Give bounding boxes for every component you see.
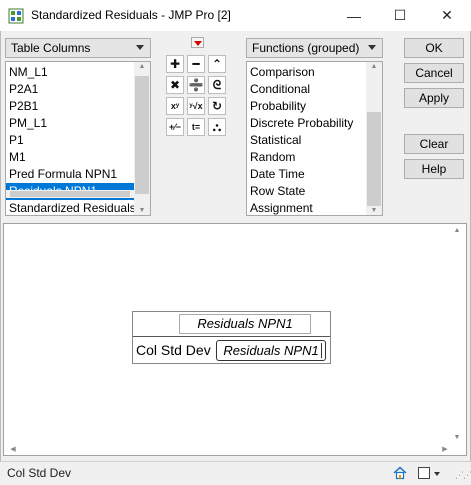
- columns-list[interactable]: NM_L1P2A1P2B1PM_L1P1M1Pred Formula NPN1R…: [5, 61, 151, 216]
- formula-editor[interactable]: Residuals NPN1 Col Std Dev Residuals NPN…: [3, 223, 467, 456]
- columns-scroll-thumb[interactable]: [135, 76, 149, 194]
- resize-grip-icon[interactable]: ⋰⋰: [455, 470, 471, 481]
- column-list-item[interactable]: P1: [6, 132, 134, 149]
- chevron-down-icon[interactable]: [434, 472, 440, 476]
- close-button[interactable]: ✕: [424, 0, 470, 31]
- window-title: Standardized Residuals - JMP Pro [2]: [31, 8, 231, 22]
- scroll-up-icon[interactable]: ▲: [367, 63, 381, 70]
- column-list-item[interactable]: Pred Formula NPN1: [6, 166, 134, 183]
- ok-button[interactable]: OK: [404, 38, 464, 58]
- help-button[interactable]: Help: [404, 159, 464, 179]
- functions-dropdown[interactable]: Functions (grouped): [246, 38, 383, 58]
- local-variable-icon[interactable]: t=: [187, 118, 205, 136]
- chevron-down-icon: [368, 45, 376, 50]
- apply-button[interactable]: Apply: [404, 88, 464, 108]
- table-columns-dropdown-label: Table Columns: [11, 41, 91, 55]
- peel-icon[interactable]: ⛬: [208, 118, 226, 136]
- scroll-right-icon[interactable]: ▶: [438, 445, 452, 453]
- chevron-down-icon: [136, 45, 144, 50]
- functions-dropdown-label: Functions (grouped): [252, 41, 360, 55]
- scroll-down-icon[interactable]: ▼: [135, 207, 149, 214]
- red-triangle-menu[interactable]: [191, 37, 204, 48]
- scroll-left-icon[interactable]: ◀: [6, 445, 20, 453]
- clear-button[interactable]: Clear: [404, 134, 464, 154]
- columns-vertical-scrollbar[interactable]: ▲ ▼: [134, 62, 150, 215]
- functions-list[interactable]: Comparison Conditional Probability Discrete…: [246, 61, 383, 216]
- scroll-up-icon[interactable]: ▲: [450, 227, 464, 234]
- function-group-item[interactable]: Discrete Probability: [247, 115, 366, 132]
- function-group-item[interactable]: Random: [247, 149, 366, 166]
- maximize-button[interactable]: ☐: [377, 0, 423, 31]
- plus-minus-icon[interactable]: +⁄−: [166, 118, 184, 136]
- column-list-item[interactable]: Standardized Residuals: [6, 200, 136, 215]
- plus-icon[interactable]: ✚: [166, 55, 184, 73]
- columns-hscroll-thumb[interactable]: [10, 191, 130, 197]
- function-group-item[interactable]: Date Time: [247, 166, 366, 183]
- column-list-item[interactable]: P2B1: [6, 98, 134, 115]
- function-group-item[interactable]: Conditional: [247, 81, 366, 98]
- multiply-icon[interactable]: ✖: [166, 76, 184, 94]
- scroll-down-icon[interactable]: ▼: [450, 434, 464, 441]
- functions-scroll-thumb[interactable]: [367, 112, 381, 206]
- title-bar: Standardized Residuals - JMP Pro [2] — ☐…: [0, 0, 471, 31]
- exponent-icon[interactable]: xʸ: [166, 97, 184, 115]
- window-list-icon[interactable]: [418, 467, 430, 479]
- maximize-icon: ☐: [393, 7, 407, 23]
- column-list-item[interactable]: NM_L1: [6, 64, 134, 81]
- formula-top-term[interactable]: Residuals NPN1: [179, 314, 311, 334]
- column-list-item[interactable]: P2A1: [6, 81, 134, 98]
- function-group-item[interactable]: Probability: [247, 98, 366, 115]
- root-icon[interactable]: ᘓ: [208, 76, 226, 94]
- formula-function-name[interactable]: Col Std Dev: [136, 340, 211, 360]
- function-group-item[interactable]: Comparison: [247, 64, 366, 81]
- column-list-item[interactable]: PM_L1: [6, 115, 134, 132]
- scroll-down-icon[interactable]: ▼: [367, 207, 381, 214]
- status-text: Col Std Dev: [7, 466, 72, 480]
- formula-function-argument[interactable]: Residuals NPN1: [216, 340, 326, 361]
- column-list-item[interactable]: M1: [6, 149, 134, 166]
- minimize-icon: —: [347, 7, 361, 24]
- function-group-item[interactable]: Statistical: [247, 132, 366, 149]
- formula-divider-line: [133, 336, 330, 337]
- function-group-item[interactable]: Row State: [247, 183, 366, 200]
- functions-vertical-scrollbar[interactable]: ▲ ▼: [366, 62, 382, 215]
- red-triangle-icon: [194, 41, 202, 46]
- nth-root-icon[interactable]: ʸ√x: [187, 97, 205, 115]
- table-columns-dropdown[interactable]: Table Columns: [5, 38, 151, 58]
- divide-icon[interactable]: ➗: [187, 76, 205, 94]
- cancel-button[interactable]: Cancel: [404, 63, 464, 83]
- functions-items: Comparison Conditional Probability Discrete…: [247, 64, 366, 215]
- status-bar: Col Std Dev ⋰⋰: [0, 461, 471, 485]
- close-icon: ✕: [441, 7, 453, 23]
- minimize-button[interactable]: —: [331, 0, 377, 31]
- swap-icon[interactable]: ↻: [208, 97, 226, 115]
- home-icon[interactable]: [393, 466, 407, 480]
- minus-icon[interactable]: ━: [187, 55, 205, 73]
- scroll-up-icon[interactable]: ▲: [135, 63, 149, 70]
- columns-horizontal-scrollbar[interactable]: [6, 190, 134, 198]
- jmp-app-icon: [8, 8, 24, 24]
- power-up-icon[interactable]: ⌃: [208, 55, 226, 73]
- formula-expression[interactable]: Residuals NPN1 Col Std Dev Residuals NPN…: [132, 311, 331, 364]
- function-group-item[interactable]: Assignment: [247, 200, 366, 215]
